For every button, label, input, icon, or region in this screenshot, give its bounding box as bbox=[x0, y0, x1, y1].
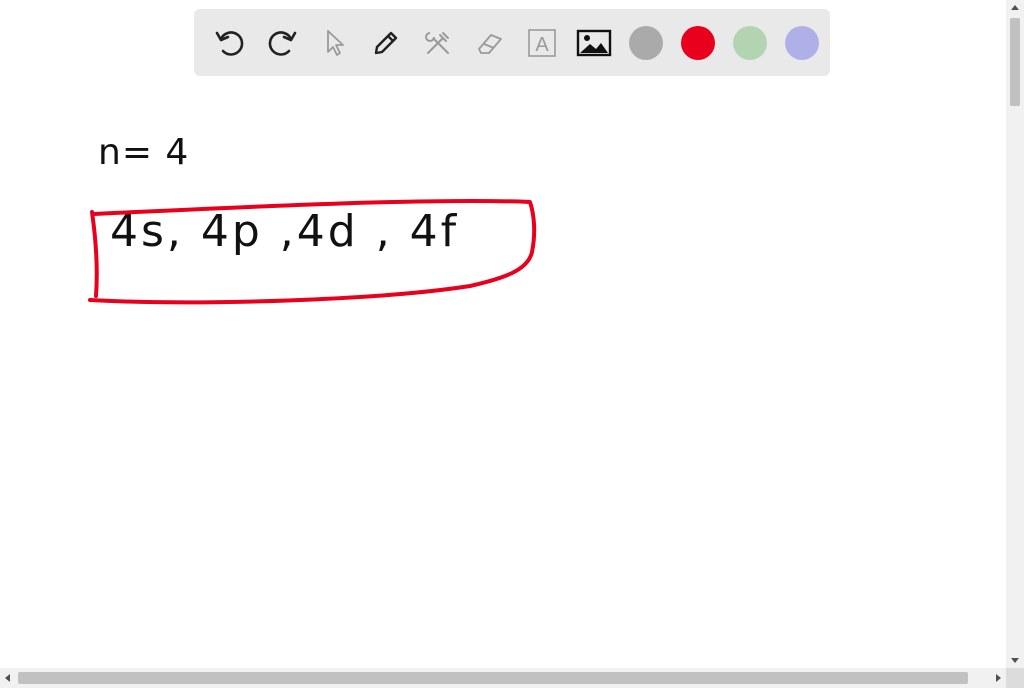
scrollbar-corner bbox=[1006, 668, 1024, 688]
scroll-up-icon[interactable] bbox=[1011, 5, 1019, 10]
image-tool[interactable] bbox=[568, 17, 620, 69]
redo-button[interactable] bbox=[256, 17, 308, 69]
shapes-tool[interactable] bbox=[412, 17, 464, 69]
scroll-left-icon[interactable] bbox=[5, 674, 10, 682]
color-gray[interactable] bbox=[620, 17, 672, 69]
drawing-toolbar: A bbox=[194, 9, 830, 76]
color-swatch-green bbox=[733, 25, 767, 60]
scroll-right-icon[interactable] bbox=[996, 674, 1001, 682]
color-green[interactable] bbox=[724, 17, 776, 69]
vertical-scroll-thumb[interactable] bbox=[1010, 18, 1020, 106]
text-icon: A bbox=[528, 28, 556, 57]
eraser-icon bbox=[478, 33, 502, 54]
horizontal-scrollbar[interactable] bbox=[0, 668, 1006, 688]
scroll-down-icon[interactable] bbox=[1011, 658, 1019, 663]
image-icon bbox=[576, 29, 612, 56]
text-tool[interactable]: A bbox=[516, 17, 568, 69]
color-purple[interactable] bbox=[776, 17, 828, 69]
eraser-tool[interactable] bbox=[464, 17, 516, 69]
vertical-scrollbar[interactable] bbox=[1006, 0, 1024, 668]
pointer-icon bbox=[327, 29, 344, 56]
color-swatch-red bbox=[681, 25, 715, 60]
redo-icon bbox=[268, 30, 297, 56]
undo-button[interactable] bbox=[204, 17, 256, 69]
select-tool[interactable] bbox=[308, 17, 360, 69]
red-box-annotation bbox=[88, 198, 537, 305]
undo-icon bbox=[215, 30, 244, 56]
color-red[interactable] bbox=[672, 17, 724, 69]
tools-icon bbox=[425, 31, 449, 54]
whiteboard-app: n= 4 4s, 4p ,4d , 4f A bbox=[0, 0, 1024, 688]
color-swatch-gray bbox=[629, 25, 663, 60]
horizontal-scroll-thumb[interactable] bbox=[18, 672, 968, 684]
svg-text:A: A bbox=[535, 34, 549, 56]
pen-tool[interactable] bbox=[360, 17, 412, 69]
color-swatch-purple bbox=[785, 25, 819, 60]
drawing-canvas[interactable]: n= 4 4s, 4p ,4d , 4f bbox=[0, 0, 1006, 668]
pen-icon bbox=[374, 31, 398, 54]
